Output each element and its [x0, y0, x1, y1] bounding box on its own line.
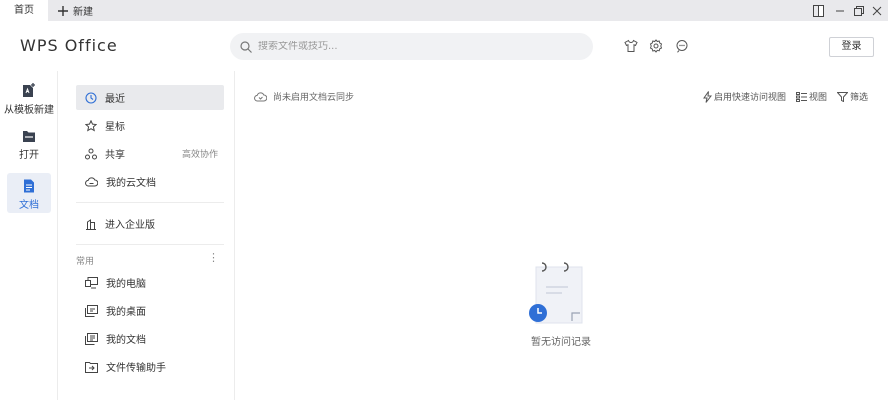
nav-item-cloud[interactable]: 我的云文档: [76, 169, 224, 194]
quick-view-button[interactable]: 启用快速访问视图: [702, 90, 786, 103]
cloud-sync-text: 尚未启用文档云同步: [273, 93, 355, 103]
nav-label-recent: 最近: [105, 94, 125, 105]
nav-item-computer[interactable]: 我的电脑: [76, 270, 224, 295]
cloud-sync-status[interactable]: 尚未启用文档云同步: [254, 90, 354, 103]
nav-item-documents[interactable]: 我的文档: [76, 326, 224, 351]
empty-state-text: 暂无访问记录: [531, 337, 591, 348]
new-tab-label: 新建: [73, 7, 93, 18]
empty-state-illustration: [528, 259, 588, 329]
desktop-icon: [85, 304, 98, 317]
nav-label-desktop: 我的桌面: [106, 307, 146, 318]
collaboration-hint: 高效协作: [181, 150, 218, 160]
nav-label-transfer: 文件传输助手: [106, 363, 166, 374]
shirt-icon[interactable]: [624, 39, 638, 53]
lightning-icon: [702, 90, 712, 103]
left-rail: 从模板新建 打开 文档: [0, 71, 58, 400]
nav-divider: [76, 202, 224, 203]
rail-label-template: 从模板新建: [4, 105, 54, 116]
chat-icon[interactable]: [675, 39, 689, 53]
list-view-icon: [795, 91, 807, 102]
tab-home[interactable]: 首页: [0, 0, 48, 21]
login-button[interactable]: 登录: [829, 37, 874, 57]
nav-divider: [76, 244, 224, 245]
filter-label: 筛选: [849, 93, 868, 103]
view-button[interactable]: 视图: [795, 90, 827, 103]
nav-panel: 最近 星标 共享 高效协作 我的云文档 进入企业版 常用 ⋮ 我的电脑 我的桌面…: [58, 71, 235, 400]
gear-icon[interactable]: [649, 39, 663, 53]
nav-item-shared[interactable]: 共享 高效协作: [76, 141, 224, 166]
search-bar[interactable]: [230, 33, 593, 60]
computer-icon: [85, 276, 98, 289]
folder-icon: [22, 130, 36, 143]
close-icon[interactable]: [869, 3, 885, 19]
filter-button[interactable]: 筛选: [836, 90, 868, 103]
main-content: 尚未启用文档云同步 启用快速访问视图 视图 筛选 暂无访问记录: [236, 71, 888, 400]
star-icon: [85, 119, 97, 132]
nav-item-transfer[interactable]: 文件传输助手: [76, 354, 224, 379]
search-input[interactable]: [258, 41, 578, 52]
title-bar: 首页 新建: [0, 0, 888, 21]
more-options-icon[interactable]: ⋮: [208, 251, 219, 264]
view-label: 视图: [808, 93, 827, 103]
nav-item-enterprise[interactable]: 进入企业版: [76, 211, 224, 236]
share-icon: [85, 148, 97, 160]
nav-label-shared: 共享: [105, 150, 125, 161]
nav-label-starred: 星标: [105, 122, 125, 133]
plus-icon: [58, 5, 68, 16]
rail-item-documents[interactable]: 文档: [7, 173, 51, 213]
document-icon: [23, 179, 35, 193]
nav-label-enterprise: 进入企业版: [105, 220, 155, 231]
section-label-common: 常用: [76, 257, 95, 267]
nav-item-recent[interactable]: 最近: [76, 85, 224, 110]
rail-label-open: 打开: [19, 150, 39, 161]
transfer-icon: [85, 361, 98, 373]
search-icon: [240, 40, 252, 53]
cloud-icon: [85, 176, 98, 187]
cloud-sync-icon: [254, 91, 267, 102]
rail-item-open[interactable]: 打开: [7, 124, 51, 164]
new-tab-button[interactable]: 新建: [58, 0, 93, 21]
minimize-icon[interactable]: [832, 3, 848, 19]
nav-item-desktop[interactable]: 我的桌面: [76, 298, 224, 323]
rail-item-template[interactable]: 从模板新建: [4, 77, 54, 117]
nav-label-computer: 我的电脑: [106, 279, 146, 290]
clock-icon: [85, 91, 97, 104]
building-icon: [85, 218, 97, 230]
nav-label-cloud: 我的云文档: [106, 178, 156, 189]
nav-label-documents: 我的文档: [106, 335, 146, 346]
header: WPS Office 登录: [0, 21, 888, 71]
wps-logo: WPS Office: [20, 36, 118, 55]
template-icon: [22, 83, 36, 98]
quick-view-label: 启用快速访问视图: [713, 93, 786, 103]
documents-folder-icon: [85, 332, 98, 345]
rail-label-documents: 文档: [19, 200, 39, 211]
main-toolbar: 启用快速访问视图 视图 筛选: [702, 90, 868, 103]
nav-item-starred[interactable]: 星标: [76, 113, 224, 138]
reading-mode-icon[interactable]: [810, 3, 826, 19]
filter-icon: [836, 91, 848, 102]
restore-icon[interactable]: [851, 3, 867, 19]
